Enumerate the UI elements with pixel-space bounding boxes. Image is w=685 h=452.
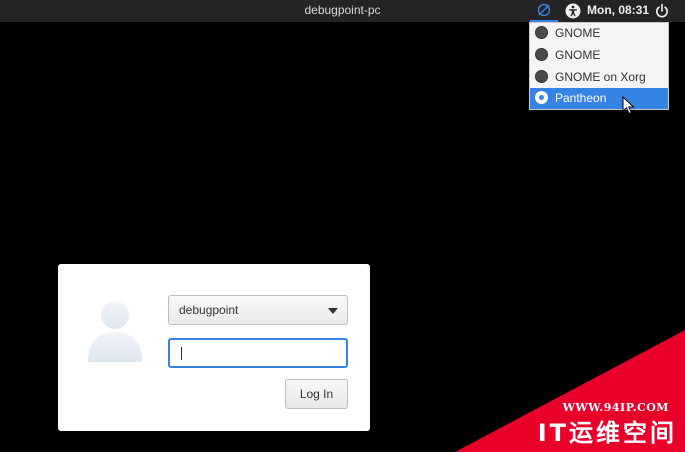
radio-button [535,70,548,83]
session-menu: GNOME GNOME GNOME on Xorg Pantheon [529,22,669,110]
watermark: WWW.94IP.COM IT运维空间 [455,330,685,452]
radio-button [535,48,548,61]
accessibility-icon[interactable] [565,3,581,19]
username-dropdown[interactable]: debugpoint [168,295,348,325]
session-option-gnome-xorg[interactable]: GNOME on Xorg [530,67,668,88]
user-avatar-icon [88,301,142,362]
session-settings-icon [537,3,551,17]
session-option-label: Pantheon [555,91,607,105]
login-dialog: debugpoint Log In [58,264,370,431]
top-panel: debugpoint-pc Mon, 08:31 [0,0,685,22]
log-in-button[interactable]: Log In [285,379,348,409]
text-caret [181,347,182,360]
session-option-label: GNOME [555,48,601,62]
session-option-label: GNOME on Xorg [555,70,646,84]
session-option-gnome-2[interactable]: GNOME [530,45,668,66]
session-option-label: GNOME [555,26,601,40]
session-option-pantheon[interactable]: Pantheon [530,88,668,109]
radio-button [535,26,548,39]
session-settings-button[interactable] [530,0,558,22]
password-field[interactable] [168,338,348,368]
chevron-down-icon [328,308,338,314]
watermark-name: IT运维空间 [537,419,677,447]
hostname: debugpoint-pc [304,3,381,17]
power-icon[interactable] [654,3,670,19]
mouse-pointer-icon [622,96,635,115]
session-option-gnome[interactable]: GNOME [530,23,668,44]
username-value: debugpoint [179,303,239,317]
radio-button-selected [535,91,548,104]
clock[interactable]: Mon, 08:31 [587,3,649,17]
